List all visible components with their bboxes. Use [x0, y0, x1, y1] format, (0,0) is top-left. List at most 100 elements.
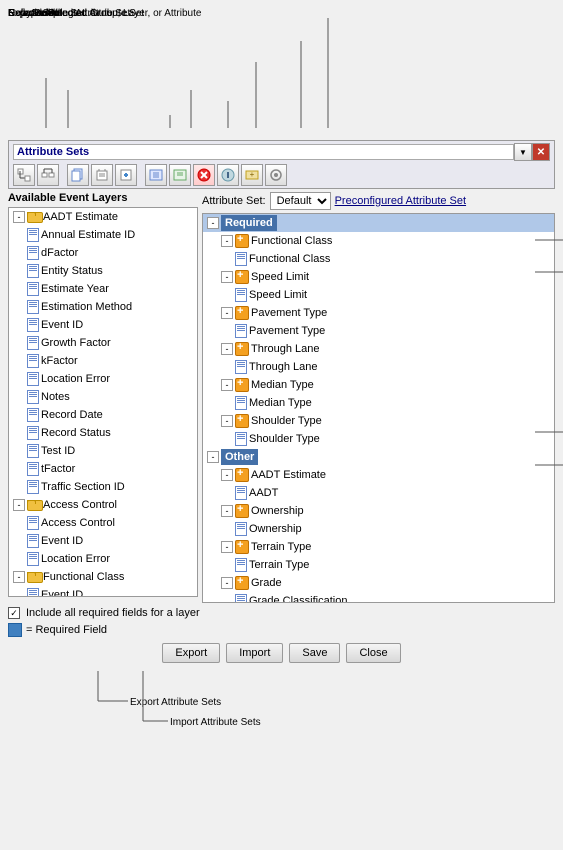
btn6[interactable]: [169, 164, 191, 186]
list-item[interactable]: Estimation Method: [9, 298, 197, 316]
group-title-label: Other: [221, 449, 258, 465]
item-label: Shoulder Type: [251, 413, 322, 429]
list-item[interactable]: kFactor: [9, 352, 197, 370]
list-item[interactable]: - Terrain Type: [203, 538, 554, 556]
list-item[interactable]: - AADT Estimate: [9, 208, 197, 226]
save-button[interactable]: Save: [289, 643, 340, 663]
doc-icon: [235, 522, 247, 536]
attr-icon: [235, 540, 249, 554]
list-item[interactable]: Growth Factor: [9, 334, 197, 352]
item-label: Event ID: [41, 317, 83, 333]
expand-icon[interactable]: -: [207, 217, 219, 229]
item-label: Record Status: [41, 425, 111, 441]
list-item[interactable]: - Functional Class: [203, 232, 554, 250]
new-group-button[interactable]: +: [241, 164, 263, 186]
list-item[interactable]: Location Error: [9, 370, 197, 388]
expand-icon[interactable]: -: [221, 379, 233, 391]
expand-icon[interactable]: -: [13, 571, 25, 583]
item-label: Ownership: [251, 503, 304, 519]
svg-text:+: +: [250, 170, 255, 179]
right-tree[interactable]: - Required - Functional Class Functional…: [202, 213, 555, 603]
list-item[interactable]: Annual Estimate ID: [9, 226, 197, 244]
expand-icon[interactable]: -: [221, 505, 233, 517]
list-item[interactable]: Event ID: [9, 586, 197, 597]
item-label: kFactor: [41, 353, 78, 369]
list-item[interactable]: Event ID: [9, 316, 197, 334]
include-checkbox[interactable]: ✓: [8, 607, 20, 619]
list-item[interactable]: tFactor: [9, 460, 197, 478]
list-item[interactable]: Through Lane: [203, 358, 554, 376]
expand-icon[interactable]: -: [221, 343, 233, 355]
collapse-all-button[interactable]: [37, 164, 59, 186]
expand-icon[interactable]: -: [221, 577, 233, 589]
default-settings-button[interactable]: [265, 164, 287, 186]
list-item[interactable]: Location Error: [9, 550, 197, 568]
list-item[interactable]: dFactor: [9, 244, 197, 262]
list-item[interactable]: - Median Type: [203, 376, 554, 394]
list-item[interactable]: - Access Control: [9, 496, 197, 514]
remove-attr-set-button[interactable]: [91, 164, 113, 186]
list-item[interactable]: Test ID: [9, 442, 197, 460]
expand-icon[interactable]: -: [221, 235, 233, 247]
list-item[interactable]: Functional Class: [203, 250, 554, 268]
list-item[interactable]: - Functional Class: [9, 568, 197, 586]
expand-icon[interactable]: -: [13, 499, 25, 511]
list-item[interactable]: Access Control: [9, 514, 197, 532]
item-label: Functional Class: [251, 233, 332, 249]
expand-icon[interactable]: -: [221, 271, 233, 283]
bottom-annotations: Export Attribute Sets Import Attribute S…: [8, 671, 555, 741]
list-item[interactable]: Entity Status: [9, 262, 197, 280]
list-item[interactable]: Notes: [9, 388, 197, 406]
list-item[interactable]: - Shoulder Type: [203, 412, 554, 430]
expand-all-button[interactable]: [13, 164, 35, 186]
toolbar-close-btn[interactable]: ✕: [532, 143, 550, 161]
list-item[interactable]: Grade Classification: [203, 592, 554, 603]
btn8[interactable]: [217, 164, 239, 186]
import-button[interactable]: Import: [226, 643, 283, 663]
attr-icon: [235, 504, 249, 518]
list-item[interactable]: - Through Lane: [203, 340, 554, 358]
copy-attr-set-button[interactable]: [67, 164, 89, 186]
remove-group-layer-button[interactable]: [193, 164, 215, 186]
expand-icon[interactable]: -: [221, 541, 233, 553]
export-button[interactable]: Export: [162, 643, 220, 663]
list-item[interactable]: - Pavement Type: [203, 304, 554, 322]
item-label: Grade Classification: [249, 593, 347, 603]
list-item[interactable]: Shoulder Type: [203, 430, 554, 448]
expand-icon[interactable]: -: [221, 415, 233, 427]
close-button[interactable]: Close: [346, 643, 400, 663]
list-item[interactable]: - AADT Estimate: [203, 466, 554, 484]
list-item[interactable]: Median Type: [203, 394, 554, 412]
item-label: AADT Estimate: [43, 209, 118, 225]
btn5[interactable]: [145, 164, 167, 186]
list-item[interactable]: Event ID: [9, 532, 197, 550]
req-field-icon: [8, 623, 22, 637]
list-item[interactable]: AADT: [203, 484, 554, 502]
expand-icon[interactable]: -: [221, 307, 233, 319]
list-item[interactable]: Ownership: [203, 520, 554, 538]
list-item[interactable]: - Required: [203, 214, 554, 232]
expand-icon[interactable]: -: [13, 211, 25, 223]
item-label: Notes: [41, 389, 70, 405]
list-item[interactable]: Speed Limit: [203, 286, 554, 304]
list-item[interactable]: - Ownership: [203, 502, 554, 520]
list-item[interactable]: - Speed Limit: [203, 268, 554, 286]
list-item[interactable]: Terrain Type: [203, 556, 554, 574]
expand-icon[interactable]: -: [221, 469, 233, 481]
expand-icon[interactable]: -: [207, 451, 219, 463]
preconfigured-link[interactable]: Preconfigured Attribute Set: [335, 195, 466, 207]
list-item[interactable]: Traffic Section ID: [9, 478, 197, 496]
list-item[interactable]: Pavement Type: [203, 322, 554, 340]
toolbar-dropdown-btn[interactable]: ▼: [514, 143, 532, 161]
list-item[interactable]: Record Status: [9, 424, 197, 442]
left-tree[interactable]: - AADT Estimate Annual Estimate ID dFact…: [8, 207, 198, 597]
right-panel: Attribute Set: Default Preconfigured Att…: [202, 192, 555, 603]
list-item[interactable]: Record Date: [9, 406, 197, 424]
list-item[interactable]: - Grade: [203, 574, 554, 592]
doc-icon: [235, 432, 247, 446]
list-item[interactable]: Estimate Year: [9, 280, 197, 298]
list-item[interactable]: - Other: [203, 448, 554, 466]
new-attr-set-button[interactable]: [115, 164, 137, 186]
doc-icon: [27, 264, 39, 278]
attr-set-select[interactable]: Default: [270, 192, 331, 210]
